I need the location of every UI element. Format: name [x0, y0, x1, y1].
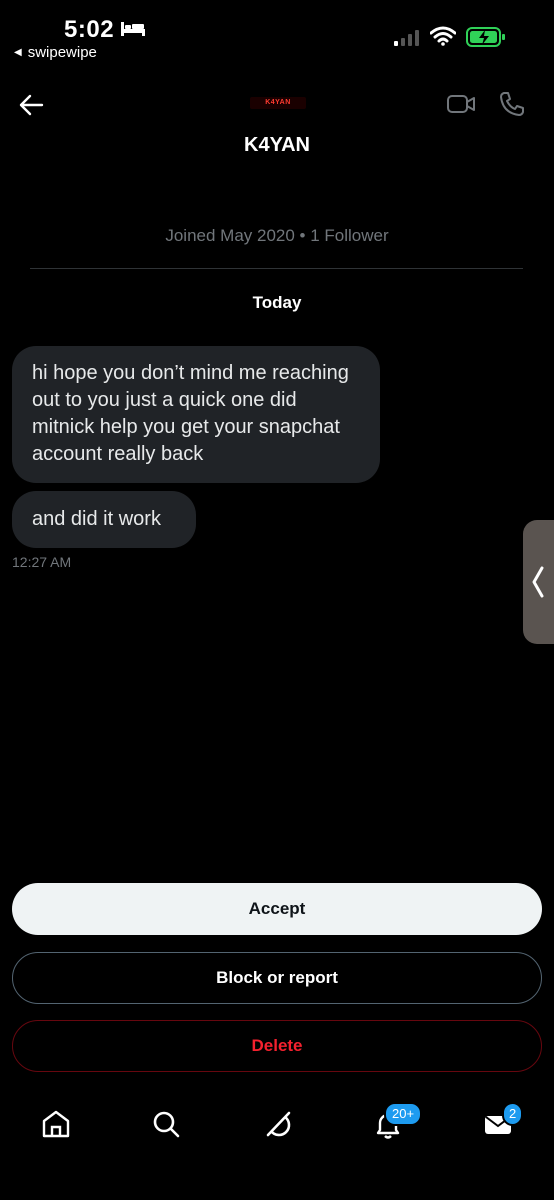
- status-time: 5:02: [64, 16, 115, 43]
- wifi-icon: [430, 26, 456, 46]
- home-icon[interactable]: [40, 1108, 72, 1140]
- message-bubble[interactable]: hi hope you don’t mind me reaching out t…: [12, 346, 380, 483]
- message-bubble[interactable]: and did it work: [12, 491, 196, 548]
- back-app-label: swipewipe: [27, 44, 97, 61]
- delete-button[interactable]: Delete: [12, 1020, 542, 1072]
- profile-logo[interactable]: K4YAN: [250, 97, 306, 109]
- search-icon[interactable]: [150, 1108, 182, 1140]
- message-timestamp: 12:27 AM: [12, 554, 72, 570]
- notifications-badge: 20+: [384, 1102, 423, 1126]
- date-separator: Today: [252, 293, 302, 312]
- cell-signal-icon: [394, 30, 419, 46]
- battery-charging-icon: [466, 27, 505, 47]
- conversation-name: K4YAN: [244, 134, 310, 156]
- back-to-app-link[interactable]: ◀ swipewipe: [14, 44, 97, 61]
- video-call-icon[interactable]: [446, 92, 476, 116]
- accept-button[interactable]: Accept: [12, 883, 542, 935]
- chevron-left-icon: [532, 566, 544, 598]
- profile-joined-info: Joined May 2020 • 1 Follower: [165, 226, 389, 245]
- sleep-focus-icon: [121, 22, 145, 36]
- side-panel-handle[interactable]: [523, 520, 554, 644]
- phone-call-icon[interactable]: [498, 90, 526, 118]
- back-triangle-icon: ◀: [14, 47, 22, 58]
- messages-badge: 2: [502, 1102, 524, 1126]
- block-or-report-button[interactable]: Block or report: [12, 952, 542, 1004]
- back-arrow-icon[interactable]: [18, 92, 44, 118]
- grok-icon[interactable]: [262, 1108, 294, 1140]
- header-divider: [30, 268, 523, 269]
